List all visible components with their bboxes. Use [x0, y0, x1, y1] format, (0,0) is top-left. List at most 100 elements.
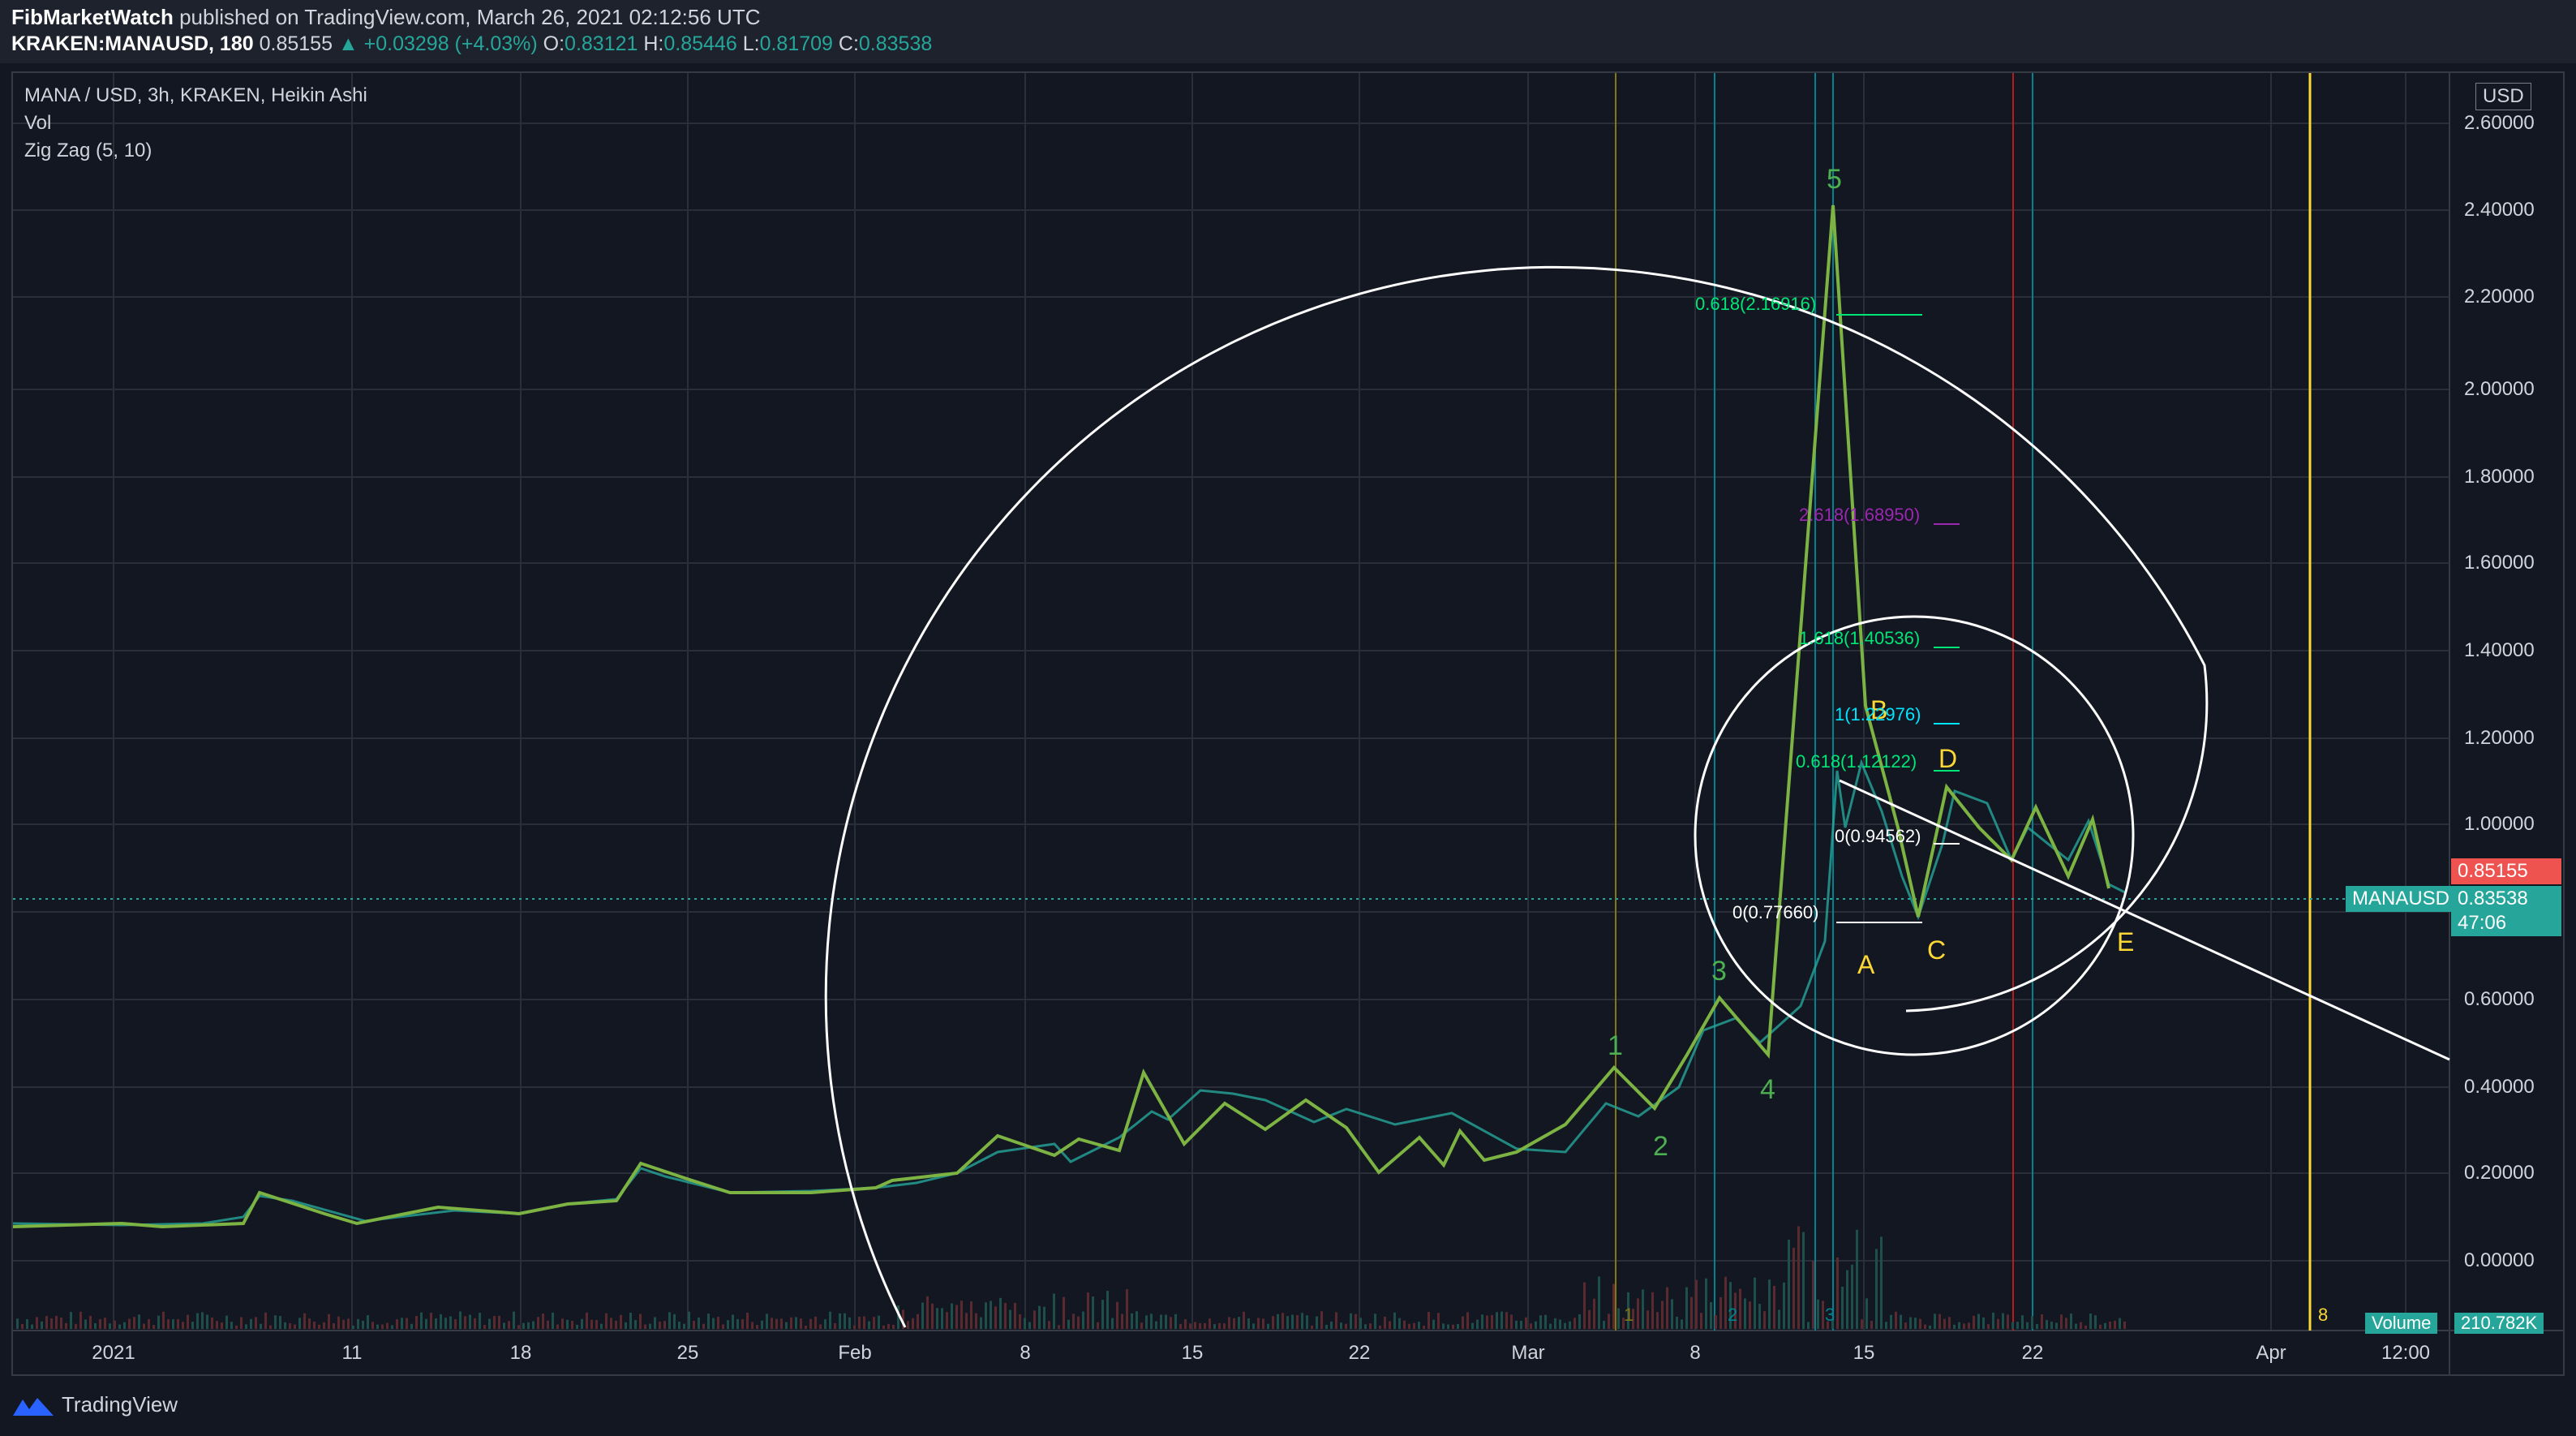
volume-bar [1870, 1321, 1873, 1329]
time-axis-label: 22 [2021, 1342, 2044, 1364]
time-axis-label: Feb [838, 1342, 872, 1364]
volume-bar [2094, 1315, 2097, 1329]
volume-bar [1846, 1270, 1848, 1329]
volume-bar [1087, 1292, 1089, 1329]
zigzag-indicator [12, 204, 2110, 1229]
volume-bar [1345, 1323, 1347, 1329]
volume-bar [1578, 1313, 1581, 1329]
legend-volume[interactable]: Vol [24, 112, 51, 135]
volume-bar [1510, 1314, 1513, 1329]
wave-label-e: E [2117, 927, 2134, 957]
volume-bar [1851, 1264, 1853, 1329]
volume-bar [333, 1323, 335, 1329]
volume-bar [537, 1317, 539, 1329]
volume-bar [829, 1311, 831, 1329]
volume-bar [308, 1318, 311, 1329]
volume-bar [629, 1313, 632, 1329]
footer-brand[interactable]: TradingView [11, 1392, 178, 1417]
volume-bar [654, 1317, 656, 1329]
volume-bar [1773, 1285, 1775, 1329]
volume-bar [1038, 1305, 1041, 1329]
volume-bar [152, 1325, 155, 1329]
volume-bar [1501, 1311, 1503, 1329]
volume-bar [1286, 1316, 1289, 1329]
volume-bar [367, 1315, 369, 1329]
volume-bar [1053, 1293, 1055, 1329]
volume-bar [586, 1312, 588, 1329]
volume-bar [1204, 1322, 1206, 1329]
volume-bar [323, 1322, 325, 1329]
volume-bar [639, 1313, 642, 1329]
volume-bar [809, 1318, 812, 1329]
volume-bar [1277, 1313, 1279, 1329]
volume-bar [84, 1319, 87, 1329]
volume-bar [1067, 1319, 1070, 1329]
volume-bar [230, 1322, 233, 1329]
volume-bar [1783, 1282, 1785, 1329]
legend-title[interactable]: MANA / USD, 3h, KRAKEN, Heikin Ashi [24, 84, 367, 107]
volume-bar [615, 1320, 617, 1329]
volume-bar [1953, 1324, 1956, 1329]
price-chart[interactable]: 1 2 3 4 5 A B C D E 0.618(2.16916) 2.618… [0, 0, 2576, 1436]
volume-bar [2104, 1322, 2106, 1329]
volume-bar [1145, 1315, 1148, 1329]
volume-bar [1466, 1312, 1469, 1329]
volume-bar [610, 1318, 612, 1329]
volume-bar [556, 1324, 559, 1329]
volume-bar [109, 1323, 111, 1329]
volume-bar [1452, 1324, 1454, 1329]
volume-bar [1763, 1311, 1766, 1329]
volume-bar [522, 1322, 525, 1329]
volume-bar [1432, 1319, 1435, 1329]
volume-bar [1778, 1309, 1780, 1329]
volume-bar [1252, 1323, 1255, 1329]
volume-bar [625, 1322, 627, 1329]
currency-label[interactable]: USD [2475, 83, 2531, 110]
volume-bar [279, 1316, 281, 1329]
volume-bar [1106, 1291, 1109, 1329]
volume-bar [114, 1320, 116, 1329]
volume-bar [2109, 1321, 2111, 1329]
volume-bar [1092, 1296, 1094, 1329]
volume-bar [1924, 1324, 1926, 1329]
volume-bar [683, 1323, 685, 1329]
volume-bar [2089, 1313, 2092, 1329]
volume-bar [1739, 1288, 1741, 1329]
volume-bar [887, 1323, 890, 1329]
cycle-mark-2: 2 [1728, 1305, 1737, 1325]
volume-bar [1583, 1282, 1586, 1329]
volume-bar [1209, 1318, 1211, 1329]
price-axis-label: 2.00000 [2464, 378, 2535, 400]
volume-bar [50, 1318, 53, 1329]
volume-bar [250, 1318, 252, 1329]
volume-bar [172, 1319, 174, 1329]
price-axis-label: 2.20000 [2464, 286, 2535, 307]
volume-bar [75, 1323, 77, 1329]
volume-bar [55, 1315, 58, 1329]
volume-bar [1539, 1315, 1542, 1329]
volume-bar [2080, 1322, 2082, 1329]
volume-bar [420, 1312, 423, 1329]
volume-bar [1301, 1313, 1303, 1329]
volume-bar [70, 1312, 72, 1329]
volume-bar [513, 1311, 515, 1329]
volume-bar [1608, 1313, 1610, 1329]
volume-bar [79, 1311, 82, 1329]
volume-bar [148, 1318, 150, 1329]
volume-bar [1340, 1322, 1342, 1329]
volume-bar [1170, 1317, 1172, 1329]
volume-bar [45, 1316, 48, 1329]
volume-bar [882, 1325, 885, 1329]
volume-bar [128, 1318, 131, 1329]
volume-bar [289, 1322, 291, 1329]
volume-bar [94, 1322, 97, 1329]
volume-bar [1724, 1276, 1727, 1329]
volume-bar [693, 1320, 695, 1329]
volume-bar [1437, 1313, 1440, 1329]
volume-bar [1014, 1302, 1016, 1329]
volume-bar [1442, 1323, 1445, 1329]
volume-bar [1019, 1313, 1021, 1329]
legend-zigzag[interactable]: Zig Zag (5, 10) [24, 140, 152, 162]
volume-bar [1462, 1316, 1464, 1329]
volume-bar [1140, 1322, 1143, 1329]
